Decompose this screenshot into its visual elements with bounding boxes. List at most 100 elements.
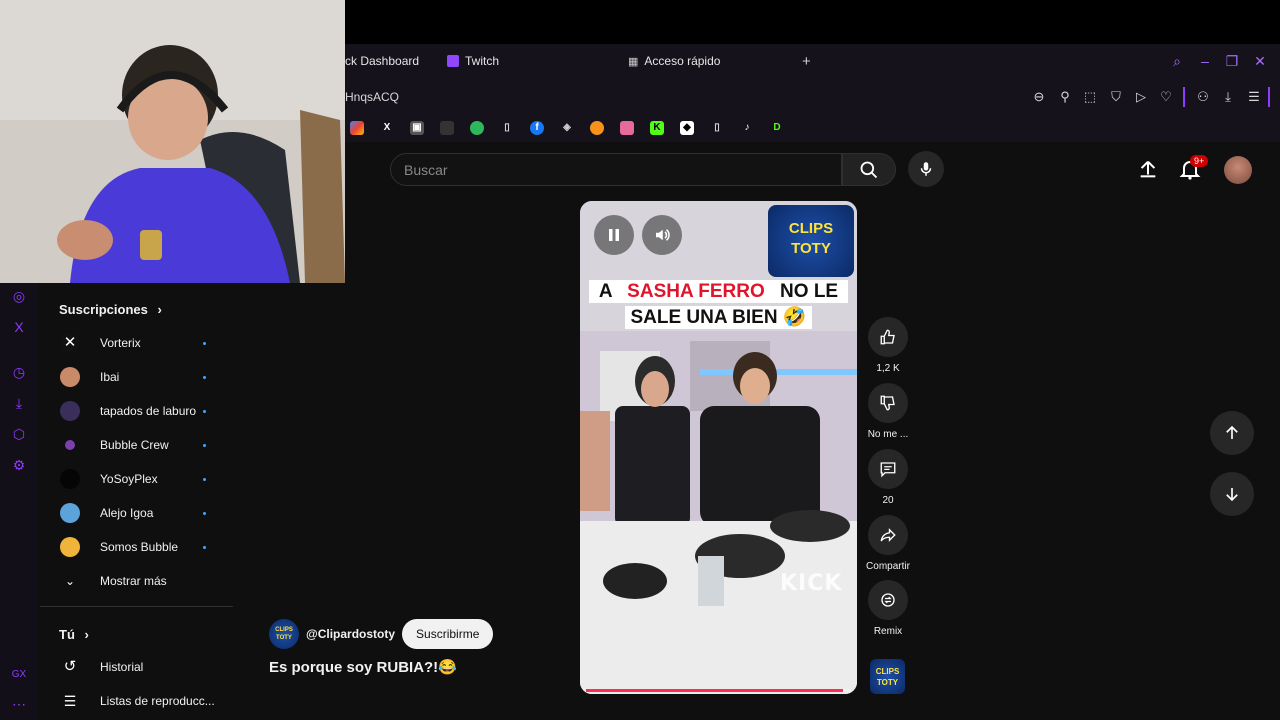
sidebar-item-tapados[interactable]: tapados de laburo <box>60 394 240 428</box>
sidebar-item-vorterix[interactable]: ✕ Vorterix <box>60 326 240 360</box>
page-icon[interactable]: ▯ <box>710 121 724 135</box>
bookmark-dark-icon[interactable] <box>440 121 454 135</box>
tiktok-icon[interactable]: ♪ <box>740 121 754 135</box>
profile-icon[interactable]: ⚇ <box>1194 88 1212 106</box>
tab-twitch[interactable]: Twitch <box>447 44 499 78</box>
tab-label: Acceso rápido <box>644 54 721 68</box>
page-icon[interactable]: ▯ <box>500 121 514 135</box>
new-content-dot <box>203 409 206 413</box>
tab-quick-access[interactable]: ▦ Acceso rápido <box>628 44 720 78</box>
dislike-button[interactable]: No me ... <box>864 383 912 440</box>
facebook-icon[interactable]: f <box>530 121 544 135</box>
search-input[interactable] <box>404 161 841 178</box>
next-short-button[interactable] <box>1210 472 1254 516</box>
like-count: 1,2 K <box>876 363 900 374</box>
volume-icon <box>656 229 670 241</box>
instagram-icon[interactable]: ◎ <box>10 287 28 305</box>
more-icon[interactable]: ⋯ <box>10 695 28 713</box>
short-video-player[interactable]: CLIPS TOTY A SASHA FERRO NO LE SALE UNA B… <box>580 201 857 694</box>
notifications-button[interactable]: 9+ <box>1178 155 1209 186</box>
playlist-icon: ☰ <box>63 693 77 709</box>
x-icon[interactable]: X <box>10 318 28 336</box>
new-content-dot <box>203 375 206 379</box>
bookmark-colorful-icon[interactable] <box>350 121 364 135</box>
gx-sidebar: ◎ X ◷ ⤓ ⬡ ⚙ GX ⋯ <box>0 283 38 720</box>
bookmark-green-icon[interactable] <box>470 121 484 135</box>
new-content-dot <box>203 511 206 515</box>
orange-circle-icon[interactable] <box>590 121 604 135</box>
zoom-out-icon[interactable]: ⊖ <box>1030 88 1048 106</box>
channel-avatar[interactable]: CLIPS TOTY <box>269 619 299 649</box>
bookmark-pink-icon[interactable] <box>620 121 634 135</box>
sidebar-item-somos-bubble[interactable]: Somos Bubble <box>60 530 240 564</box>
remix-button[interactable]: Remix <box>864 580 912 637</box>
channel-row: CLIPS TOTY @Clipardostoty Suscribirme <box>269 618 494 650</box>
comments-button[interactable]: 20 <box>864 449 912 506</box>
x-icon[interactable]: X <box>380 121 394 135</box>
kick-icon[interactable]: K <box>650 121 664 135</box>
remix-icon <box>881 593 895 607</box>
pin-icon[interactable]: ⚲ <box>1056 88 1074 106</box>
minimize-icon[interactable]: – <box>1196 52 1214 70</box>
subscribe-button[interactable]: Suscribirme <box>402 619 494 649</box>
clock-icon[interactable]: ◷ <box>10 363 28 381</box>
search-button[interactable] <box>842 153 896 186</box>
channel-logo-watermark: CLIPS TOTY <box>768 205 854 277</box>
snapshot-icon[interactable]: ⬚ <box>1081 88 1099 106</box>
cube-icon[interactable]: ◈ <box>560 121 574 135</box>
shield-icon[interactable]: ⛉ <box>1107 88 1125 106</box>
sidebar-item-history[interactable]: ↺ Historial <box>60 650 240 684</box>
avatar[interactable] <box>1224 156 1252 184</box>
sidebar-item-bubble-crew[interactable]: Bubble Crew <box>60 428 240 462</box>
thumbs-up-icon <box>880 329 895 345</box>
like-button[interactable]: 1,2 K <box>864 317 912 374</box>
volume-button[interactable] <box>642 215 682 255</box>
progress-fill <box>586 689 844 692</box>
channel-avatar <box>60 469 80 489</box>
gx-logo-icon[interactable]: GX <box>10 666 28 684</box>
youtube-sidebar: Suscripciones › ✕ Vorterix Ibai tapados … <box>40 283 240 720</box>
new-content-dot <box>203 477 206 481</box>
subscriptions-heading[interactable]: Suscripciones › <box>59 302 162 317</box>
heart-icon[interactable]: ♡ <box>1157 88 1175 106</box>
sidebar-item-yosoyplex[interactable]: YoSoyPlex <box>60 462 240 496</box>
close-icon[interactable]: ✕ <box>1251 52 1269 70</box>
search-box[interactable] <box>390 153 842 186</box>
download-icon[interactable]: ⤓ <box>1219 88 1237 106</box>
extensions-icon[interactable]: ⬡ <box>10 425 28 443</box>
search-icon <box>860 161 878 178</box>
sound-thumbnail[interactable]: CLIPS TOTY <box>870 659 905 694</box>
search-tabs-icon[interactable]: ⌕ <box>1168 52 1186 70</box>
voice-search-button[interactable] <box>908 151 944 187</box>
download-icon[interactable]: ⤓ <box>10 394 28 412</box>
you-heading[interactable]: Tú › <box>59 627 89 642</box>
upload-icon <box>1140 160 1156 178</box>
sidebar-item-alejo-igoa[interactable]: Alejo Igoa <box>60 496 240 530</box>
image-icon[interactable]: ▣ <box>410 121 424 135</box>
sidebar-item-playlists[interactable]: ☰ Listas de reproducc... <box>60 684 240 718</box>
comment-icon <box>880 462 896 478</box>
menu-icon[interactable]: ☰ <box>1245 88 1263 106</box>
channel-handle[interactable]: @Clipardostoty <box>306 627 395 641</box>
settings-icon[interactable]: ⚙ <box>10 456 28 474</box>
tab-dashboard[interactable]: ck Dashboard <box>345 44 419 78</box>
bookmark-white-icon[interactable]: ◆ <box>680 121 694 135</box>
show-more-button[interactable]: ⌄ Mostrar más <box>60 564 240 598</box>
video-title[interactable]: Es porque soy RUBIA?!😂 <box>269 658 457 676</box>
send-icon[interactable]: ▷ <box>1132 88 1150 106</box>
kick-watermark: KICK <box>780 571 843 596</box>
twitch-icon <box>447 55 459 67</box>
sidebar-item-ibai[interactable]: Ibai <box>60 360 240 394</box>
mic-icon <box>920 162 932 176</box>
upload-button[interactable] <box>1137 158 1159 185</box>
previous-short-button[interactable] <box>1210 411 1254 455</box>
notification-badge: 9+ <box>1190 155 1209 167</box>
pause-button[interactable] <box>594 215 634 255</box>
d-icon[interactable]: D <box>770 121 784 135</box>
url-text[interactable]: HnqsACQ <box>345 90 399 104</box>
channel-avatar: ✕ <box>60 333 80 353</box>
progress-bar[interactable] <box>586 689 851 692</box>
share-button[interactable]: Compartir <box>864 515 912 572</box>
new-tab-button[interactable]: + <box>802 44 811 78</box>
restore-icon[interactable]: ❐ <box>1223 52 1241 70</box>
